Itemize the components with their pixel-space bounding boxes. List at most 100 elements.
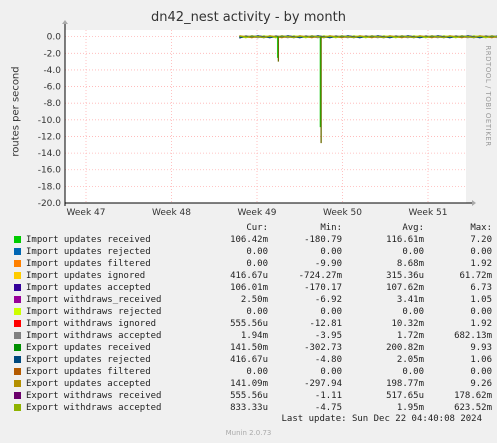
legend-max-value: 9.93 [470, 343, 492, 353]
legend-min-value: -9.90 [314, 259, 342, 269]
y-tick-label: -16.0 [38, 166, 62, 176]
legend-min-value: -4.75 [314, 403, 342, 413]
legend-cur-value: 1.94m [240, 331, 268, 341]
col-avg-header: Avg: [402, 223, 424, 233]
legend-avg-value: 8.68m [396, 259, 424, 269]
legend-cur-value: 106.01m [230, 283, 268, 293]
legend-swatch [14, 356, 21, 363]
legend-avg-value: 200.82m [386, 343, 424, 353]
legend-min-value: -170.17 [304, 283, 342, 293]
legend-max-value: 623.52m [454, 403, 492, 413]
y-tick-label: -18.0 [38, 182, 62, 192]
y-tick-label: -8.0 [43, 99, 61, 109]
legend-avg-value: 315.36u [386, 271, 424, 281]
legend-cur-value: 555.56u [230, 391, 268, 401]
legend-cur-value: 0.00 [246, 259, 268, 269]
legend-avg-value: 0.00 [402, 307, 424, 317]
x-tick-label: Week 47 [67, 208, 106, 218]
legend-max-value: 178.62m [454, 391, 492, 401]
legend-min-value: -302.73 [304, 343, 342, 353]
y-tick-label: -12.0 [38, 132, 62, 142]
legend-row: Export updates rejected 416.67u -4.80 2.05m… [12, 354, 492, 366]
legend-swatch [14, 392, 21, 399]
legend-swatch [14, 332, 21, 339]
y-axis-arrow [62, 20, 68, 24]
legend-series-name: Export updates received [26, 343, 151, 353]
legend-series-name: Export updates accepted [26, 379, 151, 389]
legend-cur-value: 0.00 [246, 307, 268, 317]
legend-swatch [14, 284, 21, 291]
legend-swatch [14, 272, 21, 279]
legend-row: Import updates accepted 106.01m -170.17 107… [12, 282, 492, 294]
legend-swatch [14, 248, 21, 255]
y-tick-label: -4.0 [43, 66, 61, 76]
legend-max-value: 1.92 [470, 259, 492, 269]
col-cur-header: Cur: [246, 223, 268, 233]
x-axis-arrow [472, 200, 476, 206]
legend-min-value: -724.27m [298, 271, 342, 281]
col-max-header: Max: [470, 223, 492, 233]
legend-max-value: 682.13m [454, 331, 492, 341]
legend-row: Export updates accepted 141.09m -297.94 198… [12, 378, 492, 390]
legend-swatch [14, 320, 21, 327]
legend-cur-value: 833.33u [230, 403, 268, 413]
x-tick-label: Week 48 [152, 208, 191, 218]
legend-avg-value: 198.77m [386, 379, 424, 389]
legend-table: Cur: Min: Avg: Max: Import updates recei… [12, 222, 492, 414]
legend-max-value: 61.72m [459, 271, 492, 281]
legend-cur-value: 106.42m [230, 235, 268, 245]
legend-cur-value: 0.00 [246, 247, 268, 257]
legend-swatch [14, 404, 21, 411]
legend-max-value: 9.26 [470, 379, 492, 389]
legend-max-value: 6.73 [470, 283, 492, 293]
legend-cur-value: 141.09m [230, 379, 268, 389]
legend-min-value: -297.94 [304, 379, 342, 389]
munin-graph: dn42_nest activity - by month routes per… [0, 0, 497, 443]
legend-series-name: Import withdraws rejected [26, 307, 162, 317]
legend-min-value: -12.81 [309, 319, 342, 329]
y-tick-label: -14.0 [38, 149, 62, 159]
legend-avg-value: 2.05m [396, 355, 424, 365]
legend-max-value: 1.92 [470, 319, 492, 329]
legend-max-value: 1.06 [470, 355, 492, 365]
legend-row: Export withdraws accepted 833.33u -4.75 1.9… [12, 402, 492, 414]
legend-avg-value: 107.62m [386, 283, 424, 293]
legend-cur-value: 141.50m [230, 343, 268, 353]
legend-row: Import updates rejected 0.00 0.00 0.00 0.00 [12, 246, 492, 258]
plot-background [65, 30, 466, 203]
munin-version: Munin 2.0.73 [225, 429, 272, 437]
legend-series-name: Import withdraws_received [26, 295, 162, 305]
legend-row: Import updates filtered 0.00 -9.90 8.68m 1.9… [12, 258, 492, 270]
legend-row: Import withdraws ignored 555.56u -12.81 10.… [12, 318, 492, 330]
legend-min-value: -4.80 [314, 355, 342, 365]
legend-row: Import updates ignored 416.67u -724.27m 315… [12, 270, 492, 282]
legend-avg-value: 517.65u [386, 391, 424, 401]
legend-max-value: 0.00 [470, 307, 492, 317]
legend-swatch [14, 380, 21, 387]
col-min-header: Min: [320, 223, 342, 233]
x-tick-label: Week 51 [409, 208, 448, 218]
legend-series-name: Import withdraws ignored [26, 319, 157, 329]
legend-swatch [14, 344, 21, 351]
legend-min-value: -3.95 [314, 331, 342, 341]
last-update: Last update: Sun Dec 22 04:40:08 2024 [281, 414, 482, 424]
legend-max-value: 0.00 [470, 247, 492, 257]
x-tick-label: Week 50 [323, 208, 362, 218]
legend-swatch [14, 296, 21, 303]
legend-avg-value: 1.72m [396, 331, 424, 341]
legend-row: Export updates received 141.50m -302.73 200… [12, 342, 492, 354]
legend-series-name: Export updates filtered [26, 367, 151, 377]
y-tick-label: -20.0 [38, 199, 62, 209]
legend-min-value: 0.00 [320, 307, 342, 317]
legend-row: Import updates received 106.42m -180.79 116… [12, 234, 492, 246]
legend-header: Cur: Min: Avg: Max: [12, 222, 492, 234]
legend-cur-value: 416.67u [230, 271, 268, 281]
legend-avg-value: 3.41m [396, 295, 424, 305]
legend-swatch [14, 236, 21, 243]
legend-series-name: Import updates received [26, 235, 151, 245]
legend-avg-value: 10.32m [391, 319, 424, 329]
legend-swatch [14, 260, 21, 267]
legend-min-value: -1.11 [314, 391, 342, 401]
legend-cur-value: 555.56u [230, 319, 268, 329]
y-tick-label: 0.0 [47, 33, 62, 43]
